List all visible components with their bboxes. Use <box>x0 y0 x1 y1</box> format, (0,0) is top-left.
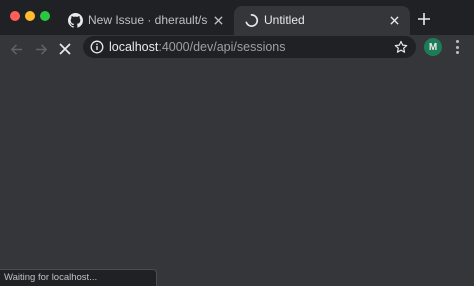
info-icon[interactable] <box>90 40 104 54</box>
tab-strip: New Issue · dherault/serverles Untitled <box>0 0 474 35</box>
github-icon <box>68 13 83 28</box>
more-options-icon[interactable] <box>450 38 464 56</box>
close-tab-icon[interactable] <box>387 13 402 28</box>
new-tab-button[interactable] <box>416 11 432 27</box>
loading-spinner-icon <box>244 13 259 28</box>
tab-title: New Issue · dherault/serverles <box>88 13 208 27</box>
tab-title: Untitled <box>264 13 305 27</box>
arrow-left-icon <box>10 43 22 55</box>
profile-avatar[interactable]: M <box>424 38 442 56</box>
arrow-right-icon <box>35 43 47 55</box>
browser-window: New Issue · dherault/serverles Untitled <box>0 0 474 286</box>
url-text: localhost:4000/dev/api/sessions <box>109 39 286 55</box>
url-path: :4000/dev/api/sessions <box>158 40 286 54</box>
tab-untitled[interactable]: Untitled <box>234 6 410 35</box>
maximize-window-button[interactable] <box>40 11 50 21</box>
address-bar[interactable]: localhost:4000/dev/api/sessions <box>83 36 416 58</box>
minimize-window-button[interactable] <box>25 11 35 21</box>
close-window-button[interactable] <box>10 11 20 21</box>
tab-new-issue[interactable]: New Issue · dherault/serverles <box>58 6 234 35</box>
stop-loading-button[interactable] <box>55 39 75 59</box>
status-bubble: Waiting for localhost... <box>0 269 157 286</box>
url-host: localhost <box>109 40 159 54</box>
back-button[interactable] <box>6 39 26 59</box>
close-icon <box>59 43 71 55</box>
page-content <box>0 62 474 286</box>
close-tab-icon[interactable] <box>211 13 226 28</box>
bookmark-star-icon[interactable] <box>394 40 408 54</box>
forward-button[interactable] <box>31 39 51 59</box>
